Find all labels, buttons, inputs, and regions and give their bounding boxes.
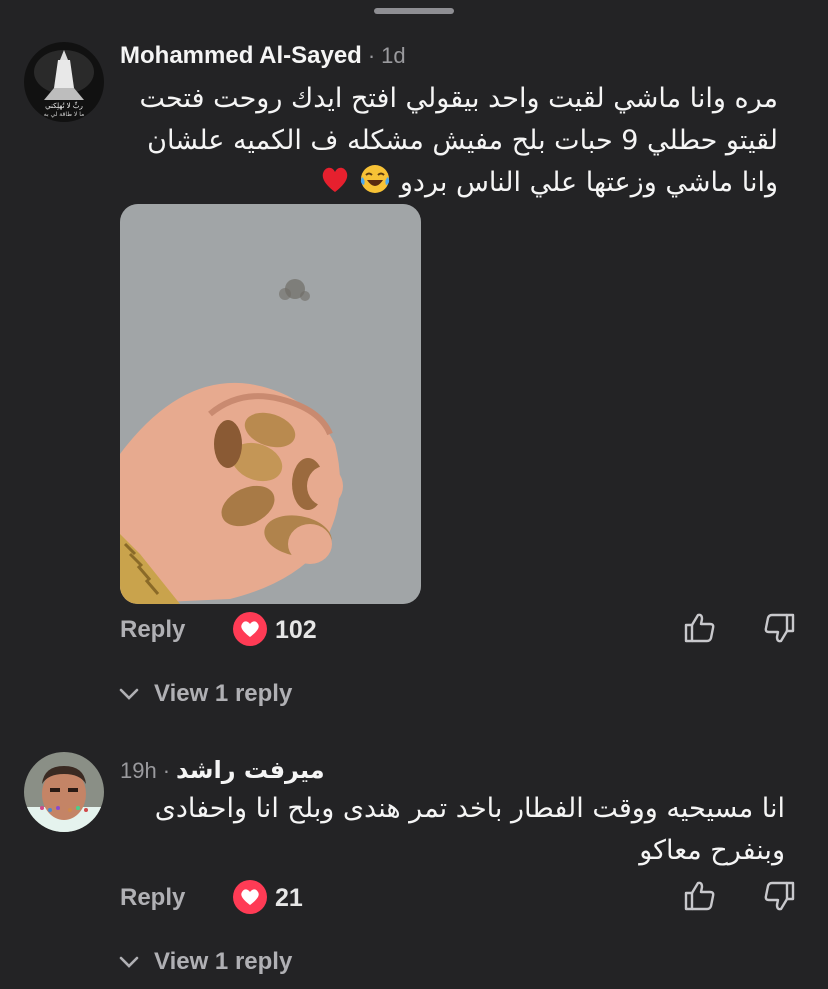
comment-line: وبنفرح معاكو (639, 835, 785, 866)
comment-body: انا مسيحيه ووقت الفطار باخد تمر هندى وبل… (110, 788, 785, 872)
comment-line: وانا ماشي وزعتها علي الناس بردو (399, 167, 778, 198)
chevron-down-icon (119, 688, 139, 700)
heart-icon (233, 612, 267, 646)
like-count: 21 (275, 884, 303, 912)
heart-icon (233, 880, 267, 914)
drag-handle[interactable] (374, 8, 454, 14)
view-replies-label: View 1 reply (154, 680, 293, 707)
comment-time: 1d (381, 43, 406, 68)
comment-author[interactable]: ميرفت راشد (176, 756, 325, 784)
avatar[interactable] (24, 752, 104, 832)
avatar[interactable]: ربِّ لا تُهلِكني ما لا طاقة لي به (24, 42, 104, 122)
chevron-down-icon (119, 956, 139, 968)
separator: · (367, 43, 376, 68)
avatar-text-line-2: ما لا طاقة لي به (44, 111, 85, 118)
avatar-text-line-1: ربِّ لا تُهلِكني (45, 101, 83, 110)
thumbs-down-icon[interactable] (761, 610, 797, 646)
comment-header: 19h · ميرفت راشد (120, 756, 325, 784)
thumbs-up-icon[interactable] (682, 610, 718, 646)
reply-button[interactable]: Reply (120, 616, 185, 644)
comment-line: لقيتو حطلي 9 حبات بلح مفيش مشكله ف الكمي… (147, 125, 778, 156)
comment-header: Mohammed Al-Sayed · 1d (120, 42, 406, 70)
comment-actions: Reply 21 (120, 878, 800, 918)
view-replies-button[interactable]: View 1 reply (118, 948, 292, 976)
thumbs-up-icon[interactable] (682, 878, 718, 914)
comment-line-with-emojis: وانا ماشي وزعتها علي الناس بردو (110, 162, 778, 204)
separator: · (162, 758, 171, 783)
comment-photo[interactable] (120, 204, 421, 604)
comment-line: انا مسيحيه ووقت الفطار باخد تمر هندى وبل… (154, 793, 785, 824)
reply-button[interactable]: Reply (120, 884, 185, 912)
red-heart-icon (322, 167, 347, 192)
thumbs-down-icon[interactable] (761, 878, 797, 914)
comment-author[interactable]: Mohammed Al-Sayed (120, 42, 362, 70)
comment-line: مره وانا ماشي لقيت واحد بيقولي افتح ايدك… (139, 83, 779, 114)
view-replies-label: View 1 reply (154, 948, 293, 975)
comment-actions: Reply 102 (120, 610, 800, 650)
like-count: 102 (275, 616, 317, 644)
comment-body: مره وانا ماشي لقيت واحد بيقولي افتح ايدك… (110, 78, 779, 204)
comment-time: 19h (120, 758, 157, 783)
view-replies-button[interactable]: View 1 reply (118, 680, 292, 708)
face-with-tears-of-joy-icon (361, 165, 390, 193)
